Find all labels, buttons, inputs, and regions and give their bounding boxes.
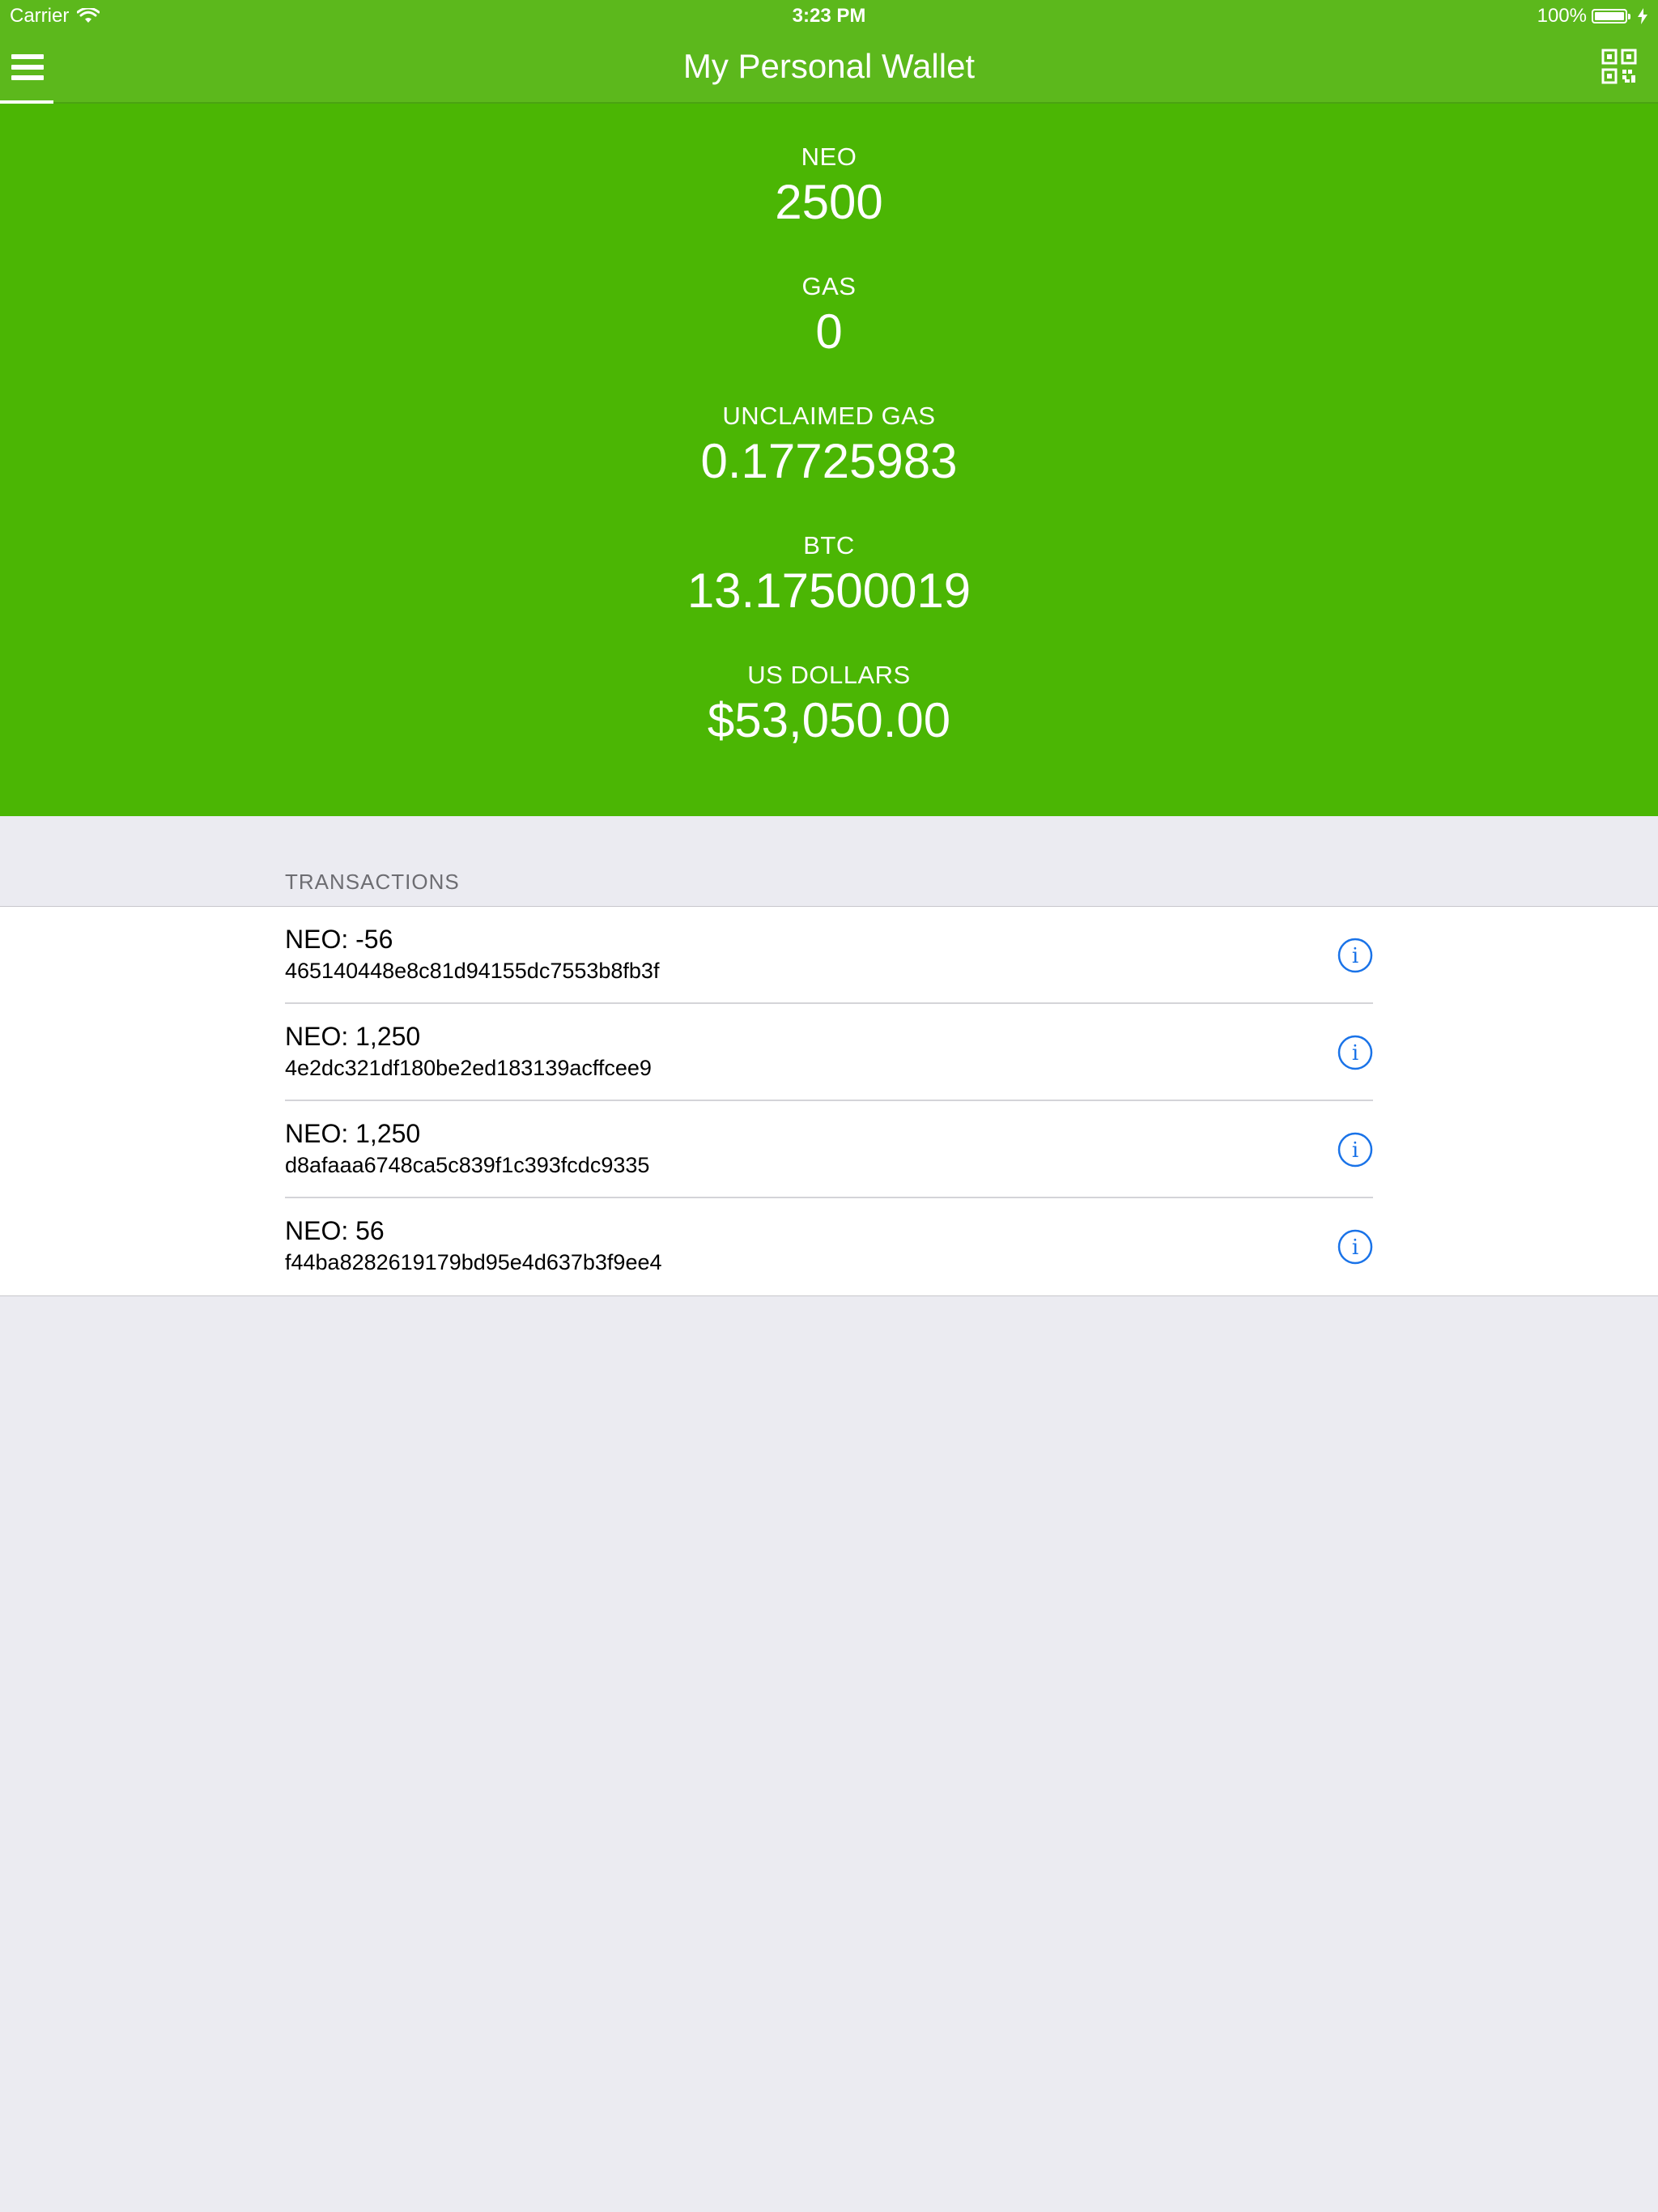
info-icon: i — [1337, 1229, 1373, 1265]
transaction-hash: f44ba8282619179bd95e4d637b3f9ee4 — [285, 1250, 662, 1274]
transaction-amount: NEO: 1,250 — [285, 1119, 421, 1148]
svg-text:i: i — [1352, 1041, 1358, 1066]
status-time: 3:23 PM — [792, 5, 866, 27]
svg-text:i: i — [1352, 1138, 1358, 1163]
transaction-info-button[interactable]: i — [1337, 1132, 1373, 1168]
transaction-row[interactable]: NEO: 1,250 d8afaaa6748ca5c839f1c393fcdc9… — [285, 1101, 1373, 1198]
transaction-hash: 465140448e8c81d94155dc7553b8fb3f — [285, 959, 660, 983]
info-icon: i — [1337, 1035, 1373, 1070]
info-icon: i — [1337, 938, 1373, 973]
transaction-info-button[interactable]: i — [1337, 1229, 1373, 1265]
transactions-header: TRANSACTIONS — [285, 870, 460, 894]
balance-label: NEO — [801, 143, 857, 171]
transaction-amount: NEO: 1,250 — [285, 1022, 421, 1051]
balance-value: 13.17500019 — [687, 564, 971, 618]
page-title: My Personal Wallet — [682, 47, 976, 85]
transaction-row[interactable]: NEO: 56 f44ba8282619179bd95e4d637b3f9ee4… — [285, 1198, 1373, 1295]
charging-bolt-icon — [1638, 8, 1647, 24]
status-bar: Carrier 3:23 PM 100% — [0, 0, 1658, 32]
balance-label: GAS — [801, 272, 857, 300]
balance-value: $53,050.00 — [707, 693, 951, 747]
transaction-hash: d8afaaa6748ca5c839f1c393fcdc9335 — [285, 1153, 650, 1177]
transaction-row[interactable]: NEO: -56 465140448e8c81d94155dc7553b8fb3… — [285, 907, 1373, 1004]
battery-percent: 100% — [1537, 5, 1587, 27]
balance-label: BTC — [803, 531, 855, 559]
battery-icon — [1592, 9, 1630, 23]
balance-unclaimed-gas: UNCLAIMED GAS 0.17725983 — [0, 400, 1658, 491]
balance-value: 2500 — [775, 175, 883, 229]
balance-neo: NEO 2500 — [0, 141, 1658, 232]
balance-label: US DOLLARS — [747, 661, 911, 689]
battery-indicator: 100% — [1537, 5, 1648, 28]
balance-value: 0 — [815, 304, 843, 359]
transaction-amount: NEO: -56 — [285, 925, 393, 954]
balance-gas: GAS 0 — [0, 270, 1658, 361]
qr-code-button[interactable] — [1601, 49, 1637, 84]
battery-fill — [1595, 12, 1624, 20]
info-icon: i — [1337, 1132, 1373, 1168]
balance-usd: US DOLLARS $53,050.00 — [0, 659, 1658, 750]
transaction-row[interactable]: NEO: 1,250 4e2dc321df180be2ed183139acffc… — [285, 1004, 1373, 1101]
svg-text:i: i — [1352, 1236, 1358, 1260]
navigation-bar: My Personal Wallet — [0, 32, 1658, 104]
transaction-info-button[interactable]: i — [1337, 1035, 1373, 1070]
transaction-info-button[interactable]: i — [1337, 938, 1373, 973]
svg-text:i: i — [1352, 944, 1358, 968]
balance-panel: NEO 2500 GAS 0 UNCLAIMED GAS 0.17725983 … — [0, 104, 1658, 816]
qr-code-icon — [1601, 49, 1637, 84]
transaction-hash: 4e2dc321df180be2ed183139acffcee9 — [285, 1056, 652, 1080]
transaction-amount: NEO: 56 — [285, 1216, 385, 1245]
balance-btc: BTC 13.17500019 — [0, 530, 1658, 620]
balance-value: 0.17725983 — [700, 434, 958, 488]
balance-label: UNCLAIMED GAS — [722, 402, 936, 430]
transactions-list: NEO: -56 465140448e8c81d94155dc7553b8fb3… — [0, 906, 1658, 1296]
